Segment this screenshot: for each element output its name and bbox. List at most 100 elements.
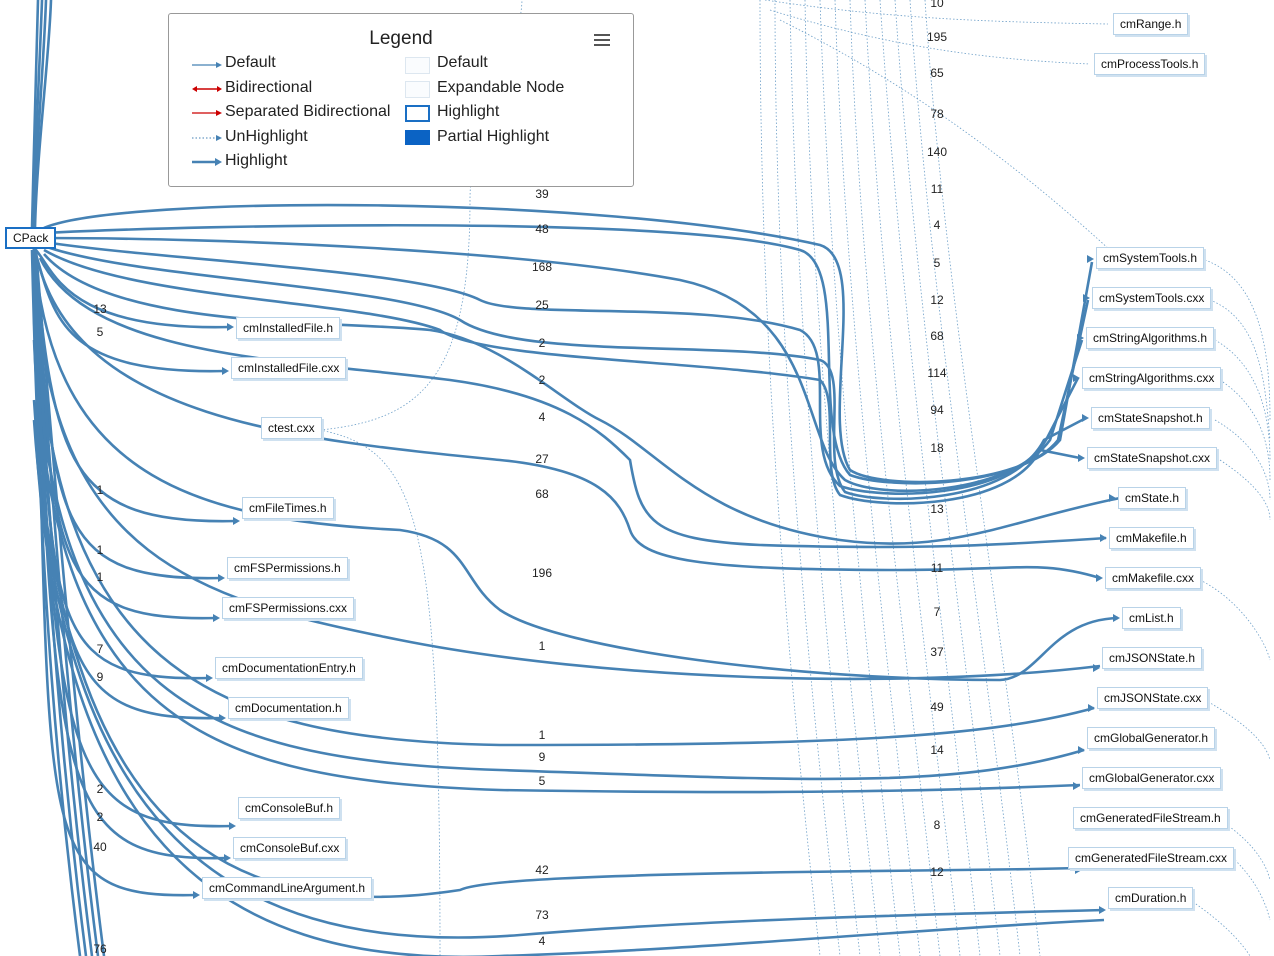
node-cmdocumentation-h[interactable]: cmDocumentation.h [228,697,349,719]
node-cmfspermissions-cxx[interactable]: cmFSPermissions.cxx [222,597,355,619]
node-cmrange-h[interactable]: cmRange.h [1113,13,1189,35]
edge-root-right-5 [43,248,1081,505]
edge-label-right-2: 65 [930,66,944,80]
edge-label-right-18: 14 [930,743,944,757]
faint-edge-0 [759,0,821,956]
arrowhead-left-4 [213,614,220,622]
faint-edge-20 [1219,379,1271,481]
edge-label-right-16: 37 [930,645,944,659]
node-cmduration-h[interactable]: cmDuration.h [1108,887,1194,909]
edge-label-left-9: 40 [93,840,107,854]
arrowhead-right-8 [1096,574,1103,582]
partial-highlight-node-swatch [405,130,430,145]
edge-label-mid-2: 168 [531,260,553,274]
edge-label-right-13: 13 [930,502,944,516]
node-cmsystemtools-h[interactable]: cmSystemTools.h [1096,247,1205,269]
bidirectional-edge-icon [192,86,222,92]
edge-label-mid-0: 39 [535,187,549,201]
edge-label-mid-4: 2 [538,336,546,350]
arrowhead-right-11 [1088,704,1095,712]
node-cmdocumentationentry-h[interactable]: cmDocumentationEntry.h [215,657,363,679]
edge-label-mid-10: 1 [538,639,546,653]
legend-panel: Legend Default Bidirectional Separated B… [168,13,634,187]
arrowhead-right-15 [1099,906,1106,914]
edge-label-right-6: 4 [933,218,941,232]
node-cmprocesstools-h[interactable]: cmProcessTools.h [1094,53,1206,75]
legend-menu-icon[interactable] [594,34,610,49]
edge-label-mid-11: 1 [538,728,546,742]
edge-label-right-9: 68 [930,329,944,343]
node-cmmakefile-h[interactable]: cmMakefile.h [1109,527,1194,549]
node-cmconsolebuf-h[interactable]: cmConsoleBuf.h [238,797,341,819]
edge-label-mid-12: 9 [538,750,546,764]
faint-edge-19 [1214,339,1271,461]
default-edge-icon [192,62,222,68]
edge-label-right-20: 12 [930,865,944,879]
legend-node-expandable: Expandable Node [437,79,565,96]
edge-label-left-3: 1 [96,543,104,557]
arrowhead-left-7 [229,822,236,830]
node-cmstringalgorithms-cxx[interactable]: cmStringAlgorithms.cxx [1082,367,1222,389]
node-ctest-cxx[interactable]: ctest.cxx [261,417,322,439]
node-cmlist-h[interactable]: cmList.h [1122,607,1181,629]
legend-node-partial-highlight: Partial Highlight [437,128,550,145]
edge-label-left-8: 2 [96,810,104,824]
arrowhead-right-4 [1082,414,1089,422]
node-cmconsolebuf-cxx[interactable]: cmConsoleBuf.cxx [233,837,347,859]
node-cmgeneratedfilestream-h[interactable]: cmGeneratedFileStream.h [1073,807,1228,829]
node-cmstate-h[interactable]: cmState.h [1118,487,1187,509]
edge-label-mid-13: 5 [538,774,546,788]
edge-label-right-15: 7 [933,605,941,619]
arrowhead-left-3 [218,574,225,582]
node-cmstatesnapshot-h[interactable]: cmStateSnapshot.h [1091,407,1210,429]
arrowhead-left-0 [227,323,234,331]
arrowhead-right-0 [1087,255,1094,263]
edge-label-right-0: 10 [930,0,944,10]
arrowhead-left-1 [222,367,229,375]
node-cmglobalgenerator-cxx[interactable]: cmGlobalGenerator.cxx [1082,767,1222,789]
edge-label-right-7: 5 [933,256,941,270]
edge-root-right-3 [43,240,1080,495]
arrowhead-left-9 [193,891,200,899]
node-cminstalledfile-h[interactable]: cmInstalledFile.h [236,317,341,339]
node-cmstatesnapshot-cxx[interactable]: cmStateSnapshot.cxx [1087,447,1218,469]
node-cmfiletimes-h[interactable]: cmFileTimes.h [242,497,334,519]
node-cmmakefile-cxx[interactable]: cmMakefile.cxx [1105,567,1202,589]
legend-edge-separated: Separated Bidirectional [225,103,391,120]
unhighlight-edge-icon [192,135,222,141]
node-cpack-root[interactable]: CPack [5,227,57,249]
edge-label-left-5: 7 [96,642,104,656]
edge-label-right-8: 12 [930,293,944,307]
edge-label-left-7: 2 [96,782,104,796]
highlight-node-swatch [405,105,430,122]
node-cminstalledfile-cxx[interactable]: cmInstalledFile.cxx [231,357,347,379]
edge-label-right-11: 94 [930,403,944,417]
legend-edge-bidirectional: Bidirectional [225,79,313,96]
node-cmjsonstate-cxx[interactable]: cmJSONState.cxx [1097,687,1209,709]
highlight-edge-icon [192,158,222,166]
legend-edge-default: Default [225,54,276,71]
edge-label-left-0: 13 [93,302,107,316]
expandable-node-swatch [405,81,430,98]
faint-edge-21 [1214,419,1271,501]
node-cmglobalgenerator-h[interactable]: cmGlobalGenerator.h [1087,727,1216,749]
legend-edge-unhighlight: UnHighlight [225,128,308,145]
node-cmgeneratedfilestream-cxx[interactable]: cmGeneratedFileStream.cxx [1068,847,1235,869]
edge-label-mid-15: 73 [535,908,549,922]
node-cmjsonstate-h[interactable]: cmJSONState.h [1102,647,1203,669]
faint-edge-14 [779,19,1111,251]
node-cmstringalgorithms-h[interactable]: cmStringAlgorithms.h [1086,327,1215,349]
edge-label-left-10: 76 [93,942,107,956]
node-cmfspermissions-h[interactable]: cmFSPermissions.h [227,557,348,579]
edge-label-right-4: 140 [926,145,948,159]
node-cmsystemtools-cxx[interactable]: cmSystemTools.cxx [1092,287,1212,309]
edge-label-mid-7: 27 [535,452,549,466]
faint-edge-2 [789,0,861,956]
faint-edge-27 [1189,899,1251,956]
edge-label-right-3: 78 [930,107,944,121]
node-cmcommandlineargument-h[interactable]: cmCommandLineArgument.h [202,877,373,899]
arrowhead-right-12 [1078,746,1085,754]
faint-edge-23 [1199,579,1271,661]
legend-node-default: Default [437,54,488,71]
edge-label-left-6: 9 [96,670,104,684]
